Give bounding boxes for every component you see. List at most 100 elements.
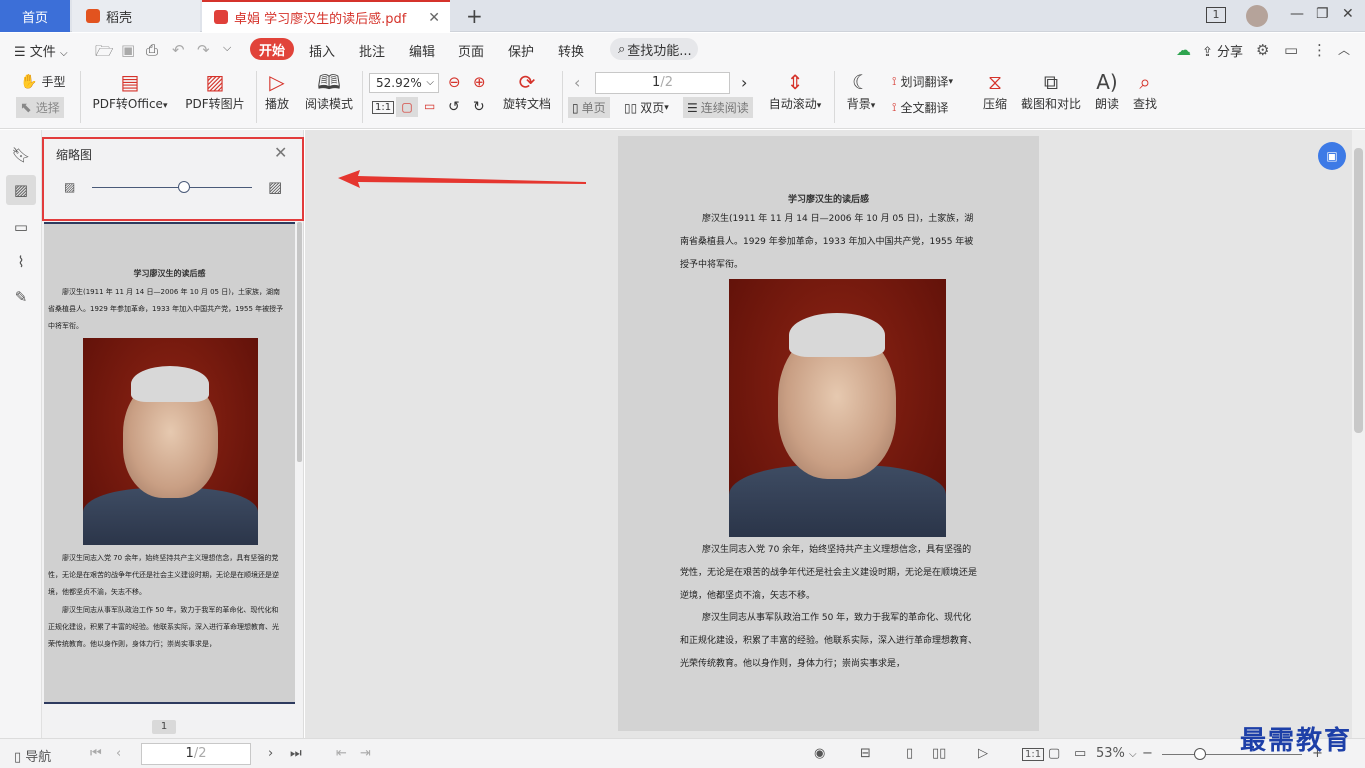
next-page-icon[interactable]: › <box>741 73 747 92</box>
save-icon[interactable]: ▣ <box>121 41 135 59</box>
back-icon[interactable]: ⇤ <box>336 746 347 761</box>
rotate-document-icon: ⟳ <box>518 70 536 94</box>
bookmark-icon[interactable]: 🔖︎ <box>6 140 36 170</box>
pdf-to-image-button[interactable]: ▨ PDF转图片 <box>184 69 246 112</box>
zoom-select[interactable]: 53% ⌵ <box>1096 746 1137 761</box>
scrollbar-thumb[interactable] <box>1354 148 1363 433</box>
rotate-left-icon[interactable]: ↺ <box>448 99 460 115</box>
select-tool-button[interactable]: ⬉ 选择 <box>16 97 64 118</box>
navigation-button[interactable]: ▯ 导航 <box>14 746 51 765</box>
share-button[interactable]: ⇪ 分享 <box>1202 41 1243 60</box>
small-image-icon[interactable]: ▨ <box>64 180 75 194</box>
more-icon[interactable]: ⋮ <box>1312 41 1327 59</box>
full-translate-button[interactable]: ⟟ 全文翻译 <box>892 99 948 116</box>
continuous-read-button[interactable]: ☰ 连续阅读 <box>683 97 753 118</box>
menu-annotate[interactable]: 批注 <box>359 41 385 60</box>
menu-protect[interactable]: 保护 <box>508 41 534 60</box>
comment-icon[interactable]: ▭ <box>6 212 36 242</box>
play-button[interactable]: ▷ 播放 <box>260 69 294 112</box>
redo-icon[interactable]: ↷ <box>197 41 210 59</box>
menu-edit[interactable]: 编辑 <box>409 41 435 60</box>
prev-page-icon[interactable]: ‹ <box>116 746 121 761</box>
book-icon: 🕮 <box>317 70 341 94</box>
collapse-ribbon-icon[interactable]: ︿ <box>1338 41 1350 58</box>
search-function-input[interactable]: ⌕ 查找功能... <box>610 38 698 60</box>
rotate-right-icon[interactable]: ↻ <box>473 99 485 115</box>
find-button[interactable]: ⌕ 查找 <box>1130 69 1160 112</box>
prev-page-icon[interactable]: ‹ <box>574 73 580 92</box>
menu-page[interactable]: 页面 <box>458 41 484 60</box>
zoom-out-icon[interactable]: ⊖ <box>448 73 461 91</box>
file-menu-label: 文件 <box>29 45 56 60</box>
file-menu[interactable]: ☰ 文件 ⌵ <box>14 41 68 60</box>
zoom-out-icon[interactable]: − <box>1142 746 1153 761</box>
double-page-button[interactable]: ▯▯ 双页 ▾ <box>624 99 669 116</box>
vertical-scrollbar[interactable] <box>1352 130 1365 738</box>
avatar[interactable] <box>1246 5 1268 27</box>
first-page-icon[interactable]: ⏮ <box>90 746 102 761</box>
rotate-document-button[interactable]: ⟳ 旋转文档 <box>500 69 554 112</box>
print-icon[interactable]: ⎙ <box>146 41 158 59</box>
cloud-sync-icon[interactable]: ☁ <box>1176 41 1191 59</box>
screenshot-compare-button[interactable]: ⧉ 截图和对比 <box>1018 69 1084 112</box>
signature-icon[interactable]: ✎ <box>6 282 36 312</box>
hand-tool-button[interactable]: ✋ 手型 <box>20 73 65 90</box>
zoom-slider-handle[interactable] <box>1194 748 1206 760</box>
minimize-icon[interactable]: — <box>1290 6 1304 22</box>
actual-size-icon[interactable]: 1:1 <box>372 101 395 114</box>
attachment-icon[interactable]: ⌇ <box>6 247 36 277</box>
message-icon[interactable]: ▭ <box>1284 41 1298 59</box>
double-page-view-icon[interactable]: ▯▯ <box>932 746 946 761</box>
menu-convert[interactable]: 转换 <box>558 41 584 60</box>
restore-icon[interactable]: ❐ <box>1316 6 1329 22</box>
close-window-icon[interactable]: ✕ <box>1342 6 1354 22</box>
single-page-button[interactable]: ▯ 单页 <box>568 97 610 118</box>
zoom-select[interactable]: 52.92% ⌵ <box>369 73 439 93</box>
more-dropdown-icon[interactable]: ⌵ <box>223 41 231 55</box>
page-indicator-icon[interactable]: 1 <box>1206 7 1226 23</box>
close-icon[interactable]: ✕ <box>274 143 287 162</box>
page-number-input[interactable]: 1/2 <box>595 72 730 94</box>
play-icon[interactable]: ▷ <box>978 746 988 761</box>
eye-protection-icon[interactable]: ◉ <box>814 746 825 761</box>
tab-home[interactable]: 首页 <box>0 0 70 32</box>
new-tab-button[interactable]: + <box>466 4 483 28</box>
tab-document[interactable]: 卓娟 学习廖汉生的读后感.pdf ✕ <box>202 0 450 32</box>
pdf-to-office-button[interactable]: ▤ PDF转Office▾ <box>90 69 170 112</box>
thumbnail-size-slider[interactable] <box>92 187 252 188</box>
fit-width-icon[interactable]: ▭ <box>424 99 435 113</box>
slider-handle[interactable] <box>178 181 190 193</box>
undo-icon[interactable]: ↶ <box>172 41 185 59</box>
compress-button[interactable]: ⧖ 压缩 <box>980 69 1010 112</box>
fit-page-icon[interactable]: ▢ <box>396 97 418 117</box>
large-image-icon[interactable]: ▨ <box>268 178 282 196</box>
thumbnail-scrollbar[interactable] <box>297 222 302 462</box>
single-page-view-icon[interactable]: ▯ <box>906 746 913 761</box>
thumbnail-icon[interactable]: ▨ <box>6 175 36 205</box>
tab-close-icon[interactable]: ✕ <box>428 10 440 26</box>
read-aloud-button[interactable]: A) 朗读 <box>1092 69 1122 112</box>
zoom-in-icon[interactable]: ⊕ <box>473 73 486 91</box>
menu-start[interactable]: 开始 <box>250 38 294 60</box>
word-translate-button[interactable]: ⟟ 划词翻译 ▾ <box>892 73 953 90</box>
fit-width-icon[interactable]: ▭ <box>1074 746 1086 761</box>
forward-icon[interactable]: ⇥ <box>360 746 371 761</box>
fit-page-icon[interactable]: ▢ <box>1048 746 1060 761</box>
doc-paragraph-2: 廖汉生同志入党 70 余年，始终坚持共产主义理想信念，具有坚强的党性，无论是在艰… <box>680 545 978 601</box>
open-folder-icon[interactable]: 🗁 <box>95 41 114 66</box>
next-page-icon[interactable]: › <box>268 746 273 761</box>
menu-insert[interactable]: 插入 <box>309 41 335 60</box>
actual-size-icon[interactable]: 1:1 <box>1022 748 1045 761</box>
page-thumbnail[interactable]: 学习廖汉生的读后感 廖汉生(1911 年 11 月 14 日—2006 年 10… <box>44 222 295 704</box>
settings-icon[interactable]: ⚙ <box>1256 41 1269 59</box>
last-page-icon[interactable]: ⏭ <box>290 746 302 761</box>
status-page-input[interactable]: 1/2 <box>141 743 251 765</box>
floating-tool-button[interactable]: ▣ <box>1318 142 1346 170</box>
find-label: 查找 <box>1132 97 1157 111</box>
auto-scroll-button[interactable]: ⇕ 自动滚动▾ <box>764 69 826 112</box>
full-screen-icon[interactable]: ⊟ <box>860 746 871 761</box>
background-button[interactable]: ☾ 背景▾ <box>842 69 880 112</box>
document-page[interactable]: 学习廖汉生的读后感 廖汉生(1911 年 11 月 14 日—2006 年 10… <box>618 136 1039 731</box>
read-mode-button[interactable]: 🕮 阅读模式 <box>302 69 356 112</box>
tab-daoke[interactable]: 稻壳 <box>72 0 200 32</box>
